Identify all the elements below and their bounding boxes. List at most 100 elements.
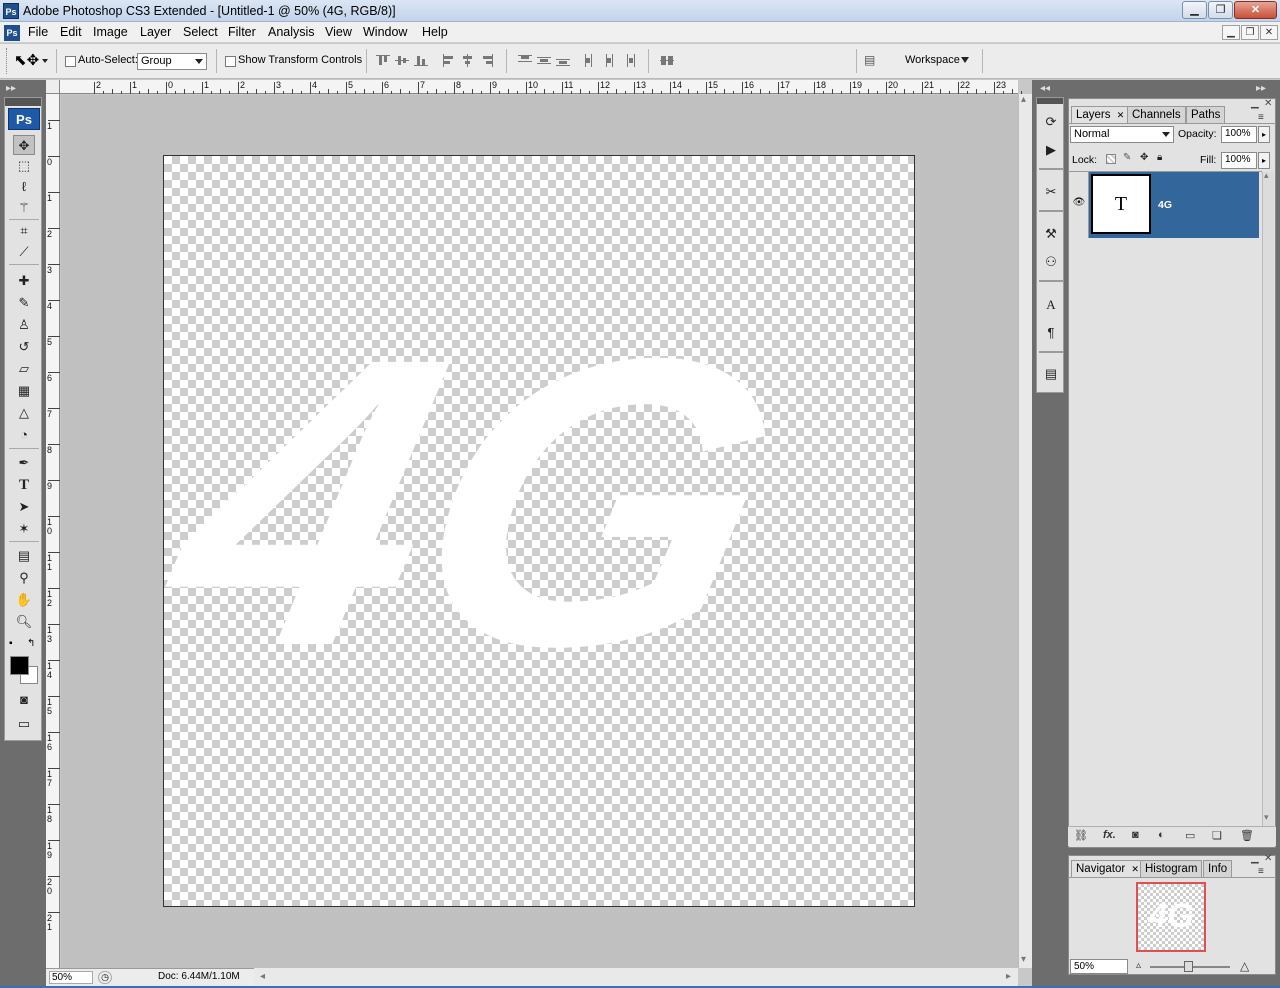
zoom-input[interactable]: 50%	[49, 971, 93, 984]
blend-mode-dropdown[interactable]: Normal	[1070, 126, 1174, 143]
healing-brush-icon[interactable]: ✚	[13, 271, 35, 291]
dock-header[interactable]	[1037, 98, 1063, 104]
workspace-button[interactable]: Workspace	[900, 52, 976, 70]
align-top-icon[interactable]	[376, 54, 390, 67]
layer-style-icon[interactable]: fx.	[1103, 829, 1116, 841]
auto-select-checkbox[interactable]	[65, 56, 76, 67]
chevron-down-icon[interactable]	[42, 59, 48, 63]
panel-minimize-icon[interactable]: ▁	[1251, 98, 1259, 109]
doc-close-icon[interactable]: ✕	[1260, 25, 1278, 40]
distribute-hcenter-icon[interactable]	[603, 54, 617, 67]
panel-menu-icon[interactable]: ≡	[1258, 866, 1264, 877]
navigator-zoom-input[interactable]: 50%	[1070, 959, 1128, 974]
layers-scrollbar[interactable]: ▴ ▾	[1262, 170, 1274, 826]
menu-layer[interactable]: Layer	[140, 25, 171, 39]
doc-minimize-icon[interactable]: ▁	[1222, 25, 1240, 40]
actions-panel-icon[interactable]: ▶	[1040, 140, 1062, 160]
ruler-origin[interactable]	[46, 80, 60, 94]
close-tab-icon[interactable]: ✕	[1117, 110, 1125, 120]
history-panel-icon[interactable]: ⟳	[1040, 112, 1062, 132]
menu-file[interactable]: File	[28, 25, 48, 39]
history-brush-icon[interactable]: ↺	[13, 337, 35, 357]
character-panel-icon[interactable]: A	[1040, 295, 1062, 315]
restore-icon[interactable]: ❐	[1208, 1, 1233, 19]
pen-tool-icon[interactable]: ✒	[13, 453, 35, 473]
blur-tool-icon[interactable]: △	[13, 403, 35, 423]
align-left-icon[interactable]	[442, 54, 456, 67]
close-tab-icon[interactable]: ✕	[1131, 864, 1139, 874]
lock-pixels-icon[interactable]: ✎	[1123, 152, 1131, 163]
minimize-icon[interactable]: ▁	[1182, 1, 1207, 19]
foreground-color-swatch[interactable]	[10, 656, 29, 675]
crop-tool-icon[interactable]: ⌗	[13, 221, 35, 241]
delete-layer-icon[interactable]: 🗑︎	[1240, 829, 1254, 842]
close-icon[interactable]: ✕	[1234, 1, 1277, 19]
zoom-out-icon[interactable]: ▵	[1136, 960, 1141, 971]
lock-transparency-icon[interactable]	[1106, 154, 1116, 164]
magic-wand-icon[interactable]: ⚚	[13, 198, 35, 218]
marquee-tool-icon[interactable]: ⬚	[13, 156, 35, 176]
menu-analysis[interactable]: Analysis	[268, 25, 315, 39]
tab-paths[interactable]: Paths	[1186, 106, 1226, 123]
menu-view[interactable]: View	[325, 25, 352, 39]
notes-tool-icon[interactable]: ▤	[13, 546, 35, 566]
scroll-up-icon[interactable]: ▴	[1264, 170, 1269, 181]
eraser-tool-icon[interactable]: ▱	[13, 359, 35, 379]
paragraph-panel-icon[interactable]: ¶	[1040, 323, 1062, 343]
toolbox-logo[interactable]: Ps	[8, 108, 40, 130]
layer-name[interactable]: 4G	[1158, 199, 1172, 211]
tab-channels[interactable]: Channels	[1127, 106, 1186, 123]
layer-thumbnail[interactable]: T	[1091, 174, 1151, 234]
menu-image[interactable]: Image	[93, 25, 128, 39]
auto-align-layers-icon[interactable]	[660, 54, 674, 67]
path-selection-icon[interactable]: ➤	[13, 497, 35, 517]
opacity-input[interactable]: 100%	[1221, 126, 1257, 143]
move-tool-icon[interactable]: ✥	[13, 135, 35, 155]
slice-tool-icon[interactable]: ⟋	[13, 242, 35, 262]
menu-select[interactable]: Select	[183, 25, 218, 39]
tab-navigator[interactable]: Navigator ✕	[1071, 860, 1144, 877]
scroll-right-icon[interactable]: ▸	[1006, 971, 1011, 982]
status-menu-icon[interactable]: ◷	[98, 971, 112, 984]
lock-position-icon[interactable]: ✥	[1140, 152, 1148, 163]
gradient-tool-icon[interactable]: ▦	[13, 381, 35, 401]
options-grip[interactable]	[6, 48, 9, 74]
brush-tool-icon[interactable]: ✎	[13, 293, 35, 313]
zoom-slider-handle[interactable]	[1184, 961, 1193, 972]
panel-close-icon[interactable]: ✕	[1264, 853, 1272, 864]
fill-input[interactable]: 100%	[1221, 152, 1257, 169]
vertical-scrollbar[interactable]: ▴ ▾	[1018, 94, 1032, 968]
lock-all-icon[interactable]: 🔒︎	[1157, 152, 1162, 163]
collapse-toolbox-icon[interactable]: ▸▸	[6, 83, 16, 94]
scroll-down-icon[interactable]: ▾	[1021, 954, 1026, 965]
custom-shape-icon[interactable]: ✶	[13, 519, 35, 539]
panel-close-icon[interactable]: ✕	[1264, 98, 1272, 109]
menu-help[interactable]: Help	[422, 25, 448, 39]
scroll-down-icon[interactable]: ▾	[1264, 812, 1269, 823]
distribute-bottom-icon[interactable]	[556, 54, 570, 67]
show-transform-checkbox[interactable]	[225, 56, 236, 67]
zoom-tool-icon[interactable]: 🔍︎	[13, 612, 35, 632]
align-right-icon[interactable]	[480, 54, 494, 67]
adjustment-layer-icon[interactable]: ◐	[1158, 829, 1165, 841]
link-layers-icon[interactable]: ⛓	[1074, 829, 1088, 842]
distribute-left-icon[interactable]	[584, 54, 598, 67]
quick-mask-icon[interactable]: ◙	[13, 690, 35, 710]
collapse-panels-icon[interactable]: ▸▸	[1256, 83, 1266, 94]
auto-select-dropdown[interactable]: Group	[137, 53, 207, 70]
brushes-panel-icon[interactable]: ⚒	[1040, 224, 1062, 244]
clone-stamp-icon[interactable]: ♙	[13, 315, 35, 335]
dodge-tool-icon[interactable]: ◔	[13, 425, 35, 445]
doc-restore-icon[interactable]: ❐	[1241, 25, 1259, 40]
navigator-thumbnail[interactable]: 4G	[1136, 882, 1206, 952]
panel-menu-icon[interactable]: ≡	[1258, 112, 1264, 123]
layer-mask-icon[interactable]: ◙	[1132, 829, 1139, 841]
tool-presets-icon[interactable]: ✂	[1040, 182, 1062, 202]
hand-tool-icon[interactable]: ✋	[13, 590, 35, 610]
scroll-up-icon[interactable]: ▴	[1021, 94, 1026, 105]
tab-histogram[interactable]: Histogram	[1140, 860, 1203, 877]
expand-panels-icon[interactable]: ◂◂	[1040, 83, 1050, 94]
menu-edit[interactable]: Edit	[60, 25, 82, 39]
eye-icon[interactable]: 👁︎	[1072, 197, 1086, 209]
swap-colors-icon[interactable]: ↰	[27, 638, 35, 649]
